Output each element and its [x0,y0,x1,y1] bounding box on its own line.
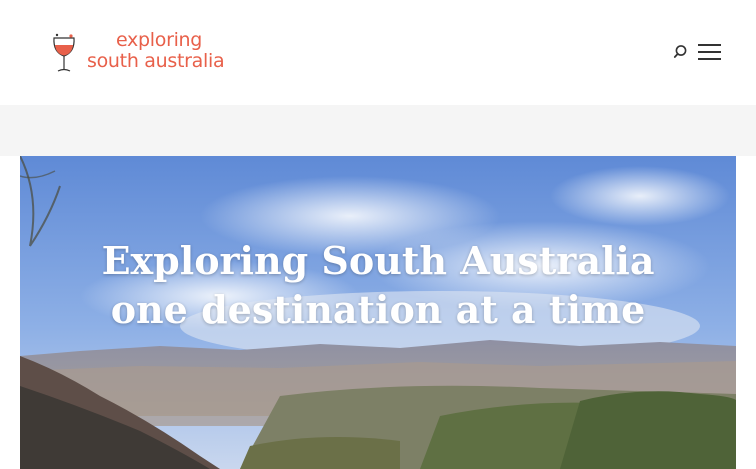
logo-wordmark: exploring south australia [87,29,225,72]
hero-title-line-1: Exploring South Australia [101,238,655,283]
wine-glass-icon [53,33,75,72]
site-header: exploring south australia [0,0,756,105]
site-logo[interactable]: exploring south australia [50,29,230,76]
hero-title: Exploring South Australia one destinatio… [20,236,736,334]
search-button[interactable] [673,43,691,61]
hero-banner: Exploring South Australia one destinatio… [20,156,736,469]
menu-button[interactable] [697,42,722,62]
search-icon [673,45,687,58]
logo-line-2: south australia [87,50,225,72]
hamburger-menu-icon [698,44,721,60]
logo-line-1: exploring [116,29,203,51]
hero-title-line-2: one destination at a time [110,287,646,332]
header-spacer-band [0,105,756,156]
